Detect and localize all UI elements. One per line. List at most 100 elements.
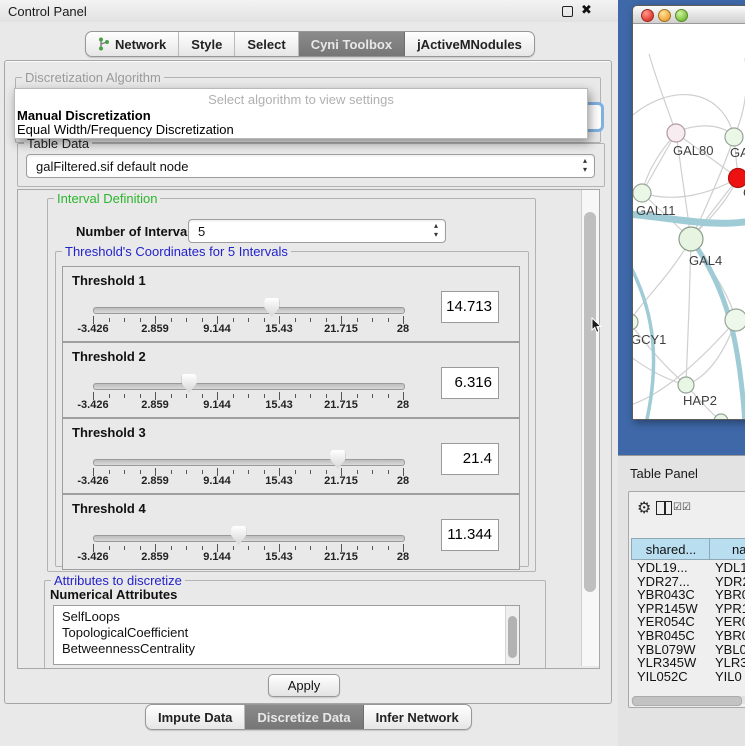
network-node[interactable]: [714, 414, 728, 420]
tab-label: jActiveMNodules: [417, 37, 522, 52]
tab-network[interactable]: Network: [86, 32, 179, 56]
threshold-value-field[interactable]: 14.713: [441, 291, 499, 323]
slider-tick: [233, 546, 234, 550]
combobox-spinner-icon[interactable]: ▴▾: [434, 221, 438, 239]
slider-tick-label: -3.426: [63, 551, 123, 563]
network-edge[interactable]: [633, 239, 691, 322]
slider-tick: [202, 394, 203, 398]
table-header-shared[interactable]: shared...: [631, 538, 711, 560]
list-scrollbar[interactable]: [505, 606, 519, 664]
threshold-slider-track[interactable]: [93, 459, 405, 466]
slider-tick: [248, 318, 249, 322]
zoom-traffic-light-icon[interactable]: [675, 9, 688, 22]
table-data-combobox[interactable]: galFiltered.sif default node ▴▾: [26, 154, 595, 178]
slider-tick-label: 21.715: [311, 399, 371, 411]
slider-tick: [186, 394, 187, 398]
mouse-cursor: [591, 317, 603, 334]
network-node-gal4[interactable]: [679, 227, 703, 251]
threshold-label: Threshold 2: [72, 349, 146, 364]
attribute-item[interactable]: SelfLoops: [62, 609, 120, 624]
slider-tick: [186, 318, 187, 322]
network-node-gal11[interactable]: [633, 184, 651, 202]
slider-tick-label: 2.859: [125, 551, 185, 563]
numerical-attributes-label: Numerical Attributes: [50, 587, 177, 602]
network-edge[interactable]: [642, 133, 676, 193]
threshold-value-field[interactable]: 6.316: [441, 367, 499, 399]
tab-jactivemnodules[interactable]: jActiveMNodules: [405, 32, 534, 56]
combobox-spinner-icon[interactable]: ▴▾: [583, 156, 587, 174]
cyni-toolbox-panel: Discretization Algorithm Table Data galF…: [4, 60, 612, 704]
threshold-slider-thumb[interactable]: [264, 298, 279, 317]
panel-scrollbar-thumb[interactable]: [584, 212, 596, 592]
threshold-label: Threshold 3: [72, 425, 146, 440]
threshold-slider-track[interactable]: [93, 383, 405, 390]
close-traffic-light-icon[interactable]: [641, 9, 654, 22]
tab-style[interactable]: Style: [179, 32, 235, 56]
slider-tick: [388, 546, 389, 550]
slider-tick: [140, 546, 141, 550]
threshold-slider-track[interactable]: [93, 535, 405, 542]
gear-icon[interactable]: ⚙: [637, 498, 651, 518]
slider-tick: [248, 470, 249, 474]
network-node-h[interactable]: [725, 309, 745, 331]
select-columns-icon[interactable]: ☑☑: [673, 502, 691, 513]
network-node-label: GAL80: [673, 143, 713, 158]
interval-definition-group: Interval Definition Number of Intervals …: [47, 198, 536, 572]
slider-tick: [109, 546, 110, 550]
slider-tick: [264, 318, 265, 322]
network-edge[interactable]: [686, 320, 736, 385]
network-node-hap2[interactable]: [678, 377, 694, 393]
threshold-slider-thumb[interactable]: [330, 450, 345, 469]
network-node-gal80[interactable]: [667, 124, 685, 142]
slider-tick-label: 9.144: [187, 323, 247, 335]
network-node-ga[interactable]: [725, 128, 743, 146]
node-table[interactable]: shared... name YDL19...YDL1YDR27...YDR2Y…: [631, 538, 745, 696]
float-window-icon[interactable]: [562, 6, 573, 17]
bottom-tab-discretize-data[interactable]: Discretize Data: [245, 705, 363, 729]
numerical-attributes-list[interactable]: SelfLoopsTopologicalCoefficientBetweenne…: [53, 605, 520, 665]
bottom-tab-impute-data[interactable]: Impute Data: [146, 705, 245, 729]
list-scrollbar-thumb[interactable]: [508, 616, 517, 658]
apply-button[interactable]: Apply: [268, 674, 340, 697]
number-of-intervals-combobox[interactable]: 5 ▴▾: [188, 219, 446, 243]
threshold-value-field[interactable]: 21.4: [441, 443, 499, 475]
network-edge[interactable]: [734, 58, 745, 137]
close-icon[interactable]: ✖: [581, 2, 592, 18]
table-scrollbar-thumb[interactable]: [632, 696, 742, 706]
bottom-tab-infer-network[interactable]: Infer Network: [364, 705, 471, 729]
control-panel: Control Panel ✖ NetworkStyleSelectCyni T…: [0, 0, 619, 745]
table-header-name[interactable]: name: [709, 538, 745, 560]
algorithm-option-manual[interactable]: Manual Discretization: [17, 108, 151, 123]
bottom-tab-label: Discretize Data: [257, 710, 350, 725]
slider-tick: [388, 318, 389, 322]
threshold-slider-thumb[interactable]: [231, 526, 246, 545]
network-window-titlebar[interactable]: [633, 6, 745, 24]
network-canvas[interactable]: GAL80GACGAL11GAL4GCY1HHAP2: [633, 24, 745, 420]
table-horizontal-scrollbar[interactable]: [631, 696, 745, 704]
tab-select[interactable]: Select: [235, 32, 298, 56]
network-icon: [98, 37, 110, 51]
algorithm-placeholder-option[interactable]: Select algorithm to view settings: [15, 92, 587, 107]
table-panel-title: Table Panel: [630, 466, 698, 481]
attribute-item[interactable]: TopologicalCoefficient: [62, 625, 188, 640]
threshold-slider-track[interactable]: [93, 307, 405, 314]
minimize-traffic-light-icon[interactable]: [658, 9, 671, 22]
slider-tick: [372, 394, 373, 398]
tab-cyni-toolbox[interactable]: Cyni Toolbox: [299, 32, 405, 56]
network-node-gcy1[interactable]: [633, 314, 638, 330]
slider-tick-label: -3.426: [63, 323, 123, 335]
attribute-item[interactable]: BetweennessCentrality: [62, 641, 195, 656]
panel-vertical-scrollbar[interactable]: [581, 190, 599, 666]
network-edge[interactable]: [642, 178, 738, 197]
threshold-value-field[interactable]: 11.344: [441, 519, 499, 551]
tab-label: Style: [191, 37, 222, 52]
column-layout-icon[interactable]: [656, 501, 672, 515]
slider-tick: [264, 470, 265, 474]
slider-tick: [140, 318, 141, 322]
slider-tick: [357, 394, 358, 398]
algorithm-option-equal-width[interactable]: Equal Width/Frequency Discretization: [17, 122, 234, 137]
slider-tick: [202, 546, 203, 550]
network-edge[interactable]: [649, 54, 676, 133]
threshold-slider-thumb[interactable]: [182, 374, 197, 393]
slider-tick: [109, 318, 110, 322]
